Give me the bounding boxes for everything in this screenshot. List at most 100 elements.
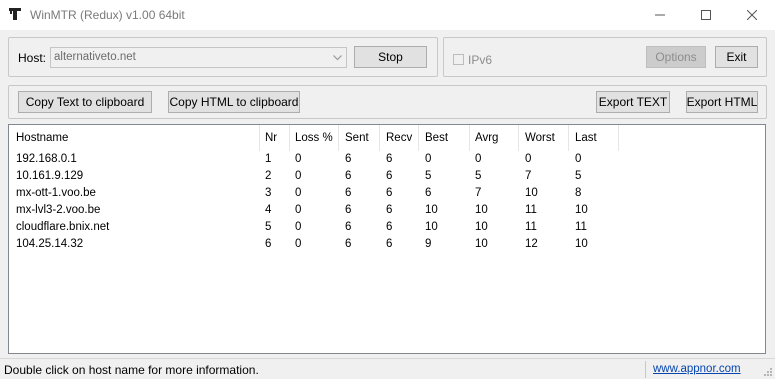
column-divider[interactable] <box>379 125 380 151</box>
column-divider[interactable] <box>618 125 619 151</box>
table-row[interactable]: 192.168.0.1 1 0 6 6 0 0 0 0 <box>9 152 765 169</box>
cell-worst: 11 <box>525 221 537 233</box>
cell-recv: 6 <box>386 204 393 216</box>
cell-recv: 6 <box>386 221 393 233</box>
results-table[interactable]: Hostname Nr Loss % Sent Recv Best Avrg W… <box>8 124 766 354</box>
column-divider[interactable] <box>568 125 569 151</box>
column-header-hostname[interactable]: Hostname <box>16 132 68 144</box>
column-divider[interactable] <box>289 125 290 151</box>
column-divider[interactable] <box>338 125 339 151</box>
cell-avrg: 0 <box>475 153 482 165</box>
cell-recv: 6 <box>386 170 393 182</box>
export-text-button[interactable]: Export TEXT <box>596 91 670 113</box>
ipv6-label: IPv6 <box>468 53 493 67</box>
winmtr-app-icon <box>9 8 21 20</box>
cell-recv: 6 <box>386 238 393 250</box>
cell-hostname: 192.168.0.1 <box>16 153 77 165</box>
window-title: WinMTR (Redux) v1.00 64bit <box>30 8 185 22</box>
title-bar: WinMTR (Redux) v1.00 64bit <box>0 0 775 30</box>
cell-hostname: cloudflare.bnix.net <box>16 221 110 233</box>
cell-loss: 0 <box>295 238 302 250</box>
chevron-down-icon <box>332 54 342 60</box>
exit-button[interactable]: Exit <box>715 46 758 68</box>
column-header-sent[interactable]: Sent <box>345 132 369 144</box>
cell-worst: 7 <box>525 170 532 182</box>
cell-avrg: 10 <box>475 204 488 216</box>
cell-loss: 0 <box>295 187 302 199</box>
cell-nr: 3 <box>265 187 272 199</box>
cell-hostname: mx-lvl3-2.voo.be <box>16 204 101 216</box>
host-label: Host: <box>18 51 47 65</box>
cell-best: 5 <box>425 170 432 182</box>
copy-html-button[interactable]: Copy HTML to clipboard <box>168 91 300 113</box>
cell-last: 0 <box>575 153 582 165</box>
cell-sent: 6 <box>345 238 352 250</box>
cell-last: 10 <box>575 238 588 250</box>
status-text: Double click on host name for more infor… <box>4 363 259 377</box>
cell-best: 6 <box>425 187 432 199</box>
column-divider[interactable] <box>418 125 419 151</box>
export-html-button[interactable]: Export HTML <box>686 91 758 113</box>
maximize-button[interactable] <box>683 0 729 30</box>
cell-avrg: 10 <box>475 221 488 233</box>
column-header-worst[interactable]: Worst <box>525 132 555 144</box>
column-divider[interactable] <box>518 125 519 151</box>
cell-hostname: mx-ott-1.voo.be <box>16 187 96 199</box>
cell-sent: 6 <box>345 221 352 233</box>
column-header-loss[interactable]: Loss % <box>295 132 333 144</box>
close-button[interactable] <box>729 0 775 30</box>
resize-grip-icon[interactable] <box>763 367 773 377</box>
website-link[interactable]: www.appnor.com <box>653 363 741 375</box>
minimize-icon <box>655 14 665 16</box>
table-row[interactable]: 10.161.9.129 2 0 6 6 5 5 7 5 <box>9 169 765 186</box>
cell-worst: 10 <box>525 187 538 199</box>
table-row[interactable]: mx-ott-1.voo.be 3 0 6 6 6 7 10 8 <box>9 186 765 203</box>
cell-sent: 6 <box>345 153 352 165</box>
cell-worst: 11 <box>525 204 537 216</box>
table-row[interactable]: 104.25.14.32 6 0 6 6 9 10 12 10 <box>9 237 765 254</box>
cell-nr: 4 <box>265 204 272 216</box>
status-divider <box>645 361 646 378</box>
cell-avrg: 10 <box>475 238 488 250</box>
cell-sent: 6 <box>345 187 352 199</box>
cell-last: 10 <box>575 204 588 216</box>
cell-nr: 6 <box>265 238 272 250</box>
ipv6-checkbox[interactable] <box>453 54 464 65</box>
minimize-button[interactable] <box>637 0 683 30</box>
host-combobox[interactable]: alternativeto.net <box>50 47 347 68</box>
cell-best: 0 <box>425 153 432 165</box>
copy-text-button[interactable]: Copy Text to clipboard <box>18 91 152 113</box>
host-input[interactable]: alternativeto.net <box>54 51 136 63</box>
status-bar: Double click on host name for more infor… <box>0 358 775 379</box>
cell-nr: 5 <box>265 221 272 233</box>
stop-button[interactable]: Stop <box>354 46 427 68</box>
column-divider[interactable] <box>259 125 260 151</box>
dropdown-button[interactable] <box>328 48 346 67</box>
cell-best: 10 <box>425 204 438 216</box>
column-header-recv[interactable]: Recv <box>386 132 412 144</box>
column-header-best[interactable]: Best <box>425 132 448 144</box>
cell-worst: 12 <box>525 238 538 250</box>
cell-hostname: 104.25.14.32 <box>16 238 84 250</box>
table-row[interactable]: cloudflare.bnix.net 5 0 6 6 10 10 11 11 <box>9 220 765 237</box>
table-row[interactable]: mx-lvl3-2.voo.be 4 0 6 6 10 10 11 10 <box>9 203 765 220</box>
cell-best: 9 <box>425 238 432 250</box>
cell-last: 8 <box>575 187 582 199</box>
cell-best: 10 <box>425 221 438 233</box>
cell-last: 11 <box>575 221 587 233</box>
cell-loss: 0 <box>295 204 302 216</box>
cell-recv: 6 <box>386 153 393 165</box>
table-header: Hostname Nr Loss % Sent Recv Best Avrg W… <box>9 125 765 151</box>
cell-sent: 6 <box>345 170 352 182</box>
cell-sent: 6 <box>345 204 352 216</box>
cell-loss: 0 <box>295 170 302 182</box>
cell-loss: 0 <box>295 153 302 165</box>
maximize-icon <box>701 10 711 20</box>
options-button[interactable]: Options <box>646 46 706 68</box>
column-header-nr[interactable]: Nr <box>265 132 277 144</box>
column-header-avrg[interactable]: Avrg <box>475 132 498 144</box>
cell-loss: 0 <box>295 221 302 233</box>
column-divider[interactable] <box>469 125 470 151</box>
column-header-last[interactable]: Last <box>575 132 597 144</box>
cell-avrg: 5 <box>475 170 482 182</box>
